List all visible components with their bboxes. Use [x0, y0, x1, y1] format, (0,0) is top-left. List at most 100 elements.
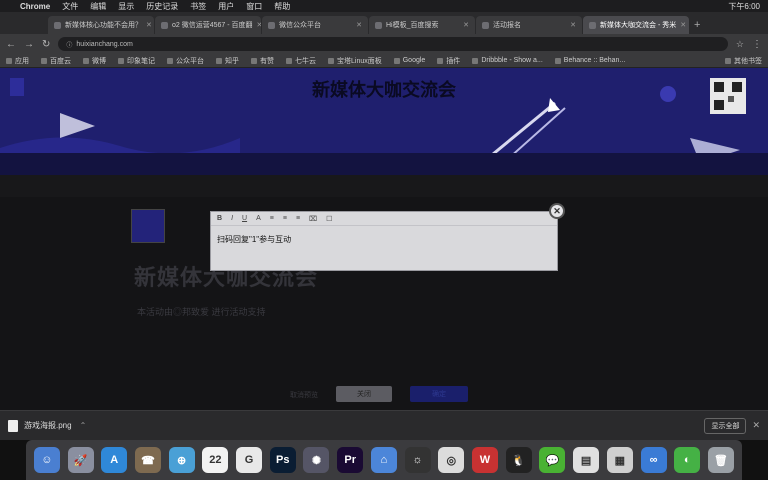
banner-title: 新媒体大咖交流会	[312, 80, 456, 100]
close-shelf-icon[interactable]: ✕	[752, 420, 760, 431]
address-bar[interactable]: ⓘ huixianchang.com	[58, 37, 728, 51]
bookmark-item[interactable]: 印象笔记	[118, 56, 155, 66]
menu-user[interactable]: 用户	[218, 1, 234, 12]
reload-icon[interactable]: ↻	[42, 39, 50, 50]
tab-close-icon[interactable]: ✕	[356, 21, 362, 29]
premiere-icon[interactable]: Pr	[337, 447, 364, 473]
chrome-icon[interactable]: ◎	[438, 447, 465, 473]
bookmark-icon	[437, 57, 444, 64]
wps-icon[interactable]: W	[471, 447, 498, 473]
browser-tab[interactable]: Hi模板_百度搜索 ✕	[369, 16, 475, 34]
other-bookmarks[interactable]: 其他书签	[725, 56, 762, 66]
bookmark-item[interactable]: 百度云	[41, 56, 71, 66]
tab-close-icon[interactable]: ✕	[463, 21, 469, 29]
bookmark-icon	[251, 57, 257, 64]
file-icon[interactable]: ▤	[573, 447, 600, 473]
align-right-button[interactable]: ≡	[296, 215, 300, 222]
wechat-icon[interactable]: 💬	[539, 447, 566, 473]
bookmark-item[interactable]: 宝塔Linux面板	[328, 56, 382, 66]
browser-tab[interactable]: 活动报名 ✕	[476, 16, 582, 34]
app-menu-chrome[interactable]: Chrome	[20, 2, 50, 11]
browser-tab[interactable]: o2 微信运营4567 - 百度翻 ✕	[155, 16, 261, 34]
bookmark-item[interactable]: 微博	[83, 56, 106, 66]
star-icon[interactable]: ☆	[736, 39, 744, 50]
bookmark-icon	[118, 57, 124, 64]
bookmark-item[interactable]: Dribbble - Show a...	[472, 57, 543, 64]
confirm-button[interactable]: 确定	[410, 386, 468, 402]
bookmark-icon	[286, 57, 292, 64]
nav-strip	[0, 175, 768, 197]
forward-arrow-icon[interactable]: →	[24, 39, 34, 50]
bookmark-item[interactable]: 插件	[437, 56, 460, 66]
align-left-button[interactable]: ≡	[270, 215, 274, 222]
compass-icon[interactable]: ✺	[303, 447, 330, 473]
url-text: huixianchang.com	[76, 40, 133, 48]
app-store-icon[interactable]: A	[101, 447, 128, 473]
bookmark-item[interactable]: 有赞	[251, 56, 274, 66]
photoshop-icon[interactable]: Ps	[269, 447, 296, 473]
bookmark-label: 公众平台	[176, 57, 204, 65]
tab-close-icon[interactable]: ✕	[570, 21, 576, 29]
align-center-button[interactable]: ≡	[283, 215, 287, 222]
browser-tab-active[interactable]: 新媒体大咖交流会 - 秀米 ✕	[583, 16, 689, 34]
launchpad-icon[interactable]: 🚀	[67, 447, 94, 473]
bookmark-label: 插件	[446, 57, 461, 65]
tab-label: o2 微信运营4567 - 百度翻	[172, 22, 253, 29]
show-all-downloads-button[interactable]: 显示全部	[704, 417, 747, 434]
calendar-icon[interactable]: 22	[202, 447, 229, 473]
menu-file[interactable]: 文件	[62, 1, 78, 12]
italic-button[interactable]: I	[231, 215, 233, 222]
tab-close-icon[interactable]: ✕	[680, 21, 686, 29]
tab-label: Hi模板_百度搜索	[386, 22, 439, 29]
preview-icon[interactable]: ▦	[606, 447, 633, 473]
menu-view[interactable]: 显示	[118, 1, 134, 12]
safari-icon[interactable]: ⊕	[168, 447, 195, 473]
menu-help[interactable]: 帮助	[274, 1, 290, 12]
bookmark-icon	[216, 57, 222, 64]
underline-button[interactable]: U	[242, 215, 247, 222]
insert-button[interactable]: ☐	[326, 215, 332, 223]
cancel-preview-button[interactable]: 取消预览	[290, 390, 318, 400]
banner-ground	[0, 153, 768, 175]
contacts-icon[interactable]: ☎	[134, 447, 161, 473]
popup-close-button[interactable]: ✕	[549, 203, 565, 219]
menu-dots-icon[interactable]: ⋮	[752, 39, 762, 50]
bookmark-item[interactable]: 应用	[6, 56, 29, 66]
menu-bookmarks[interactable]: 书签	[190, 1, 206, 12]
app-dark-icon[interactable]: ☼	[404, 447, 431, 473]
bookmark-item[interactable]: Google	[393, 57, 425, 64]
tab-favicon-icon	[589, 21, 596, 29]
bold-button[interactable]: B	[217, 215, 222, 222]
trash-icon[interactable]: 🗑	[707, 447, 734, 473]
menu-window[interactable]: 窗口	[246, 1, 262, 12]
menu-edit[interactable]: 编辑	[90, 1, 106, 12]
tab-close-icon[interactable]: ✕	[146, 21, 152, 29]
qq-icon[interactable]: 🐧	[505, 447, 532, 473]
baidu-pan-icon[interactable]: ∞	[640, 447, 667, 473]
download-filename[interactable]: 游戏海报.png	[24, 420, 72, 431]
menu-history[interactable]: 历史记录	[146, 1, 178, 12]
keynote-icon[interactable]: ⌂	[370, 447, 397, 473]
close-button[interactable]: 关闭	[336, 386, 392, 402]
clear-format-button[interactable]: ⌧	[309, 215, 317, 223]
bookmark-item[interactable]: 知乎	[216, 56, 239, 66]
font-color-button[interactable]: A	[256, 215, 261, 222]
browser-tab[interactable]: 新媒体核心功能不会用？ ✕	[48, 16, 154, 34]
bookmark-label: Behance :: Behan...	[563, 57, 626, 64]
bookmark-label: 七牛云	[295, 57, 316, 65]
bookmark-item[interactable]: 公众平台	[167, 56, 204, 66]
bookmark-item[interactable]: Behance :: Behan...	[554, 57, 626, 64]
back-arrow-icon[interactable]: ←	[6, 39, 16, 50]
tab-close-icon[interactable]: ✕	[257, 21, 261, 29]
bookmark-item[interactable]: 七牛云	[286, 56, 316, 66]
bookmark-label: Dribbble - Show a...	[481, 57, 543, 64]
bookmark-label: 其他书签	[734, 57, 762, 65]
browser-tab[interactable]: 微信公众平台 ✕	[262, 16, 368, 34]
wechat-dev-icon[interactable]: ◐	[674, 447, 701, 473]
finder-icon[interactable]: ☺	[33, 447, 60, 473]
clock[interactable]: 下午6:00	[728, 1, 760, 12]
new-tab-button[interactable]: +	[694, 16, 700, 34]
notes-g-icon[interactable]: G	[236, 447, 263, 473]
chevron-up-icon[interactable]: ⌃	[80, 421, 87, 430]
editor-text-area[interactable]: 扫码回复"1"参与互动	[217, 234, 291, 245]
